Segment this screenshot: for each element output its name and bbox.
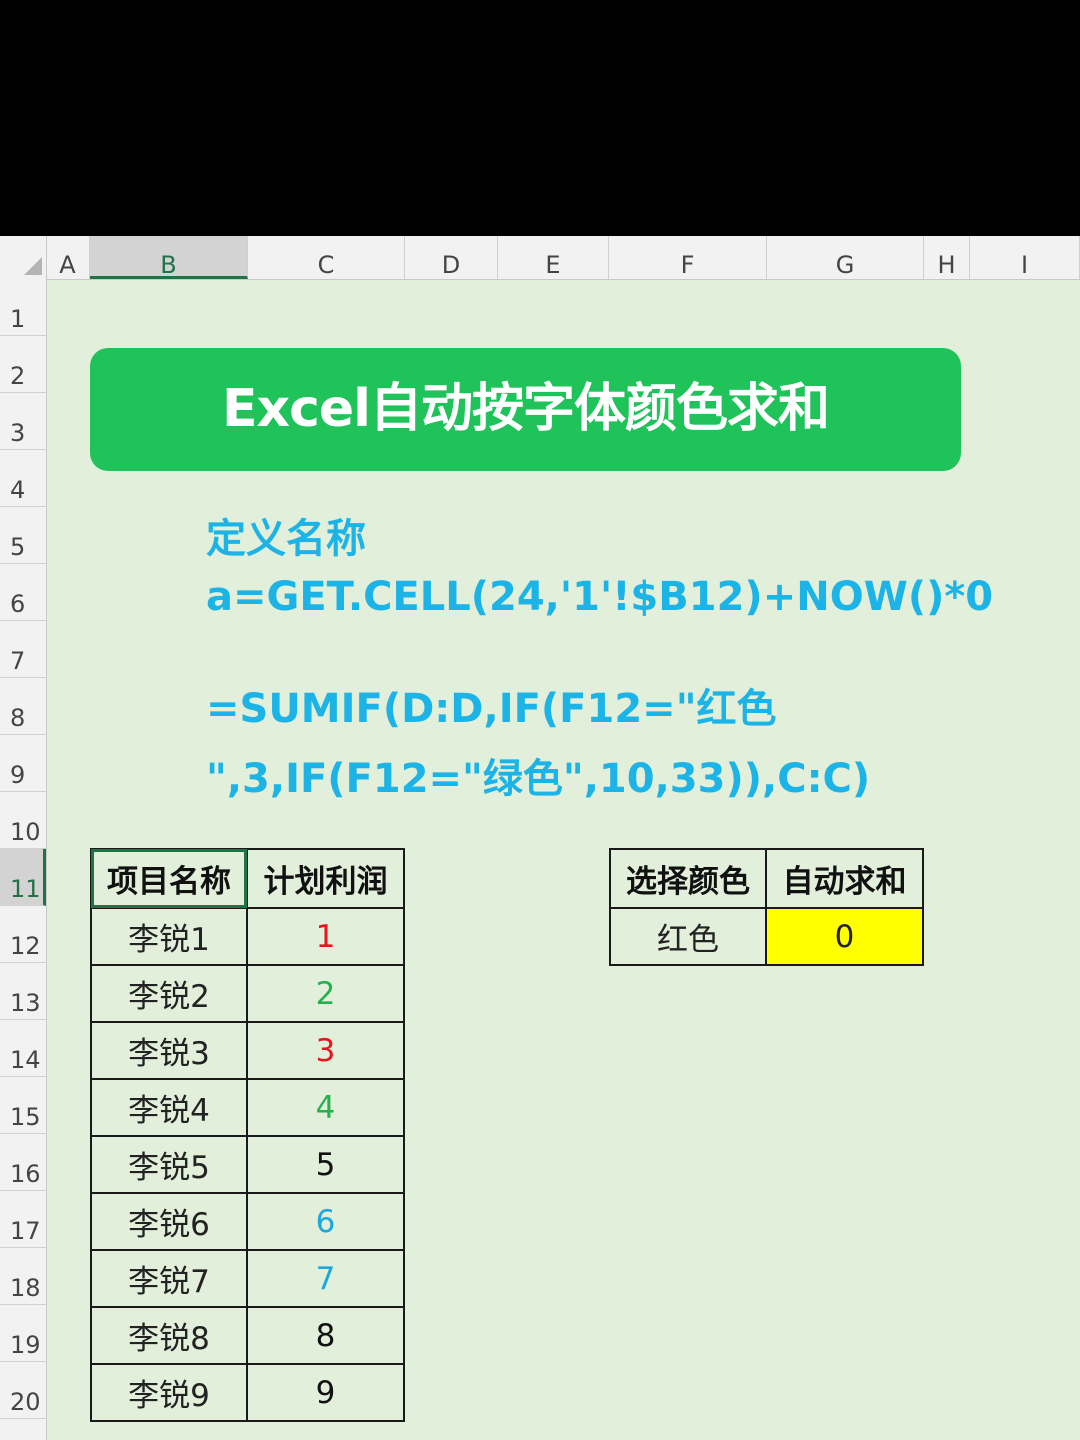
- table-row: 李锐5 5: [90, 1135, 405, 1194]
- project-name-cell[interactable]: 李锐2: [90, 964, 248, 1023]
- row-header[interactable]: 8: [0, 678, 46, 735]
- table-row: 李锐6 6: [90, 1192, 405, 1251]
- row-header[interactable]: 19: [0, 1305, 46, 1362]
- planned-profit-cell[interactable]: 6: [246, 1192, 405, 1251]
- table-row: 李锐8 8: [90, 1306, 405, 1365]
- table-row: 李锐7 7: [90, 1249, 405, 1308]
- column-header-a[interactable]: A: [46, 236, 90, 279]
- column-header-b[interactable]: B: [90, 236, 248, 279]
- row-header[interactable]: 20: [0, 1362, 46, 1419]
- color-sum-table: 选择颜色 自动求和 红色 0: [609, 848, 924, 966]
- row-header[interactable]: 6: [0, 564, 46, 621]
- row-header-bar: 1 2 3 4 5 6 7 8 9 10 11 12 13 14 15 16 1…: [0, 279, 47, 1440]
- banner-title: Excel自动按字体颜色求和: [222, 379, 830, 439]
- header-select-color[interactable]: 选择颜色: [609, 848, 767, 909]
- column-header-d[interactable]: D: [405, 236, 498, 279]
- column-header-h[interactable]: H: [924, 236, 970, 279]
- column-header-e[interactable]: E: [498, 236, 609, 279]
- row-header[interactable]: 12: [0, 906, 46, 963]
- planned-profit-cell[interactable]: 8: [246, 1306, 405, 1365]
- table-row: 李锐3 3: [90, 1021, 405, 1080]
- planned-profit-cell[interactable]: 7: [246, 1249, 405, 1308]
- header-planned-profit[interactable]: 计划利润: [246, 848, 405, 909]
- column-header-i[interactable]: I: [970, 236, 1080, 279]
- define-name-formula: a=GET.CELL(24,'1'!$B12)+NOW()*0: [206, 574, 994, 620]
- row-header[interactable]: 10: [0, 792, 46, 849]
- project-name-cell[interactable]: 李锐7: [90, 1249, 248, 1308]
- project-name-cell[interactable]: 李锐1: [90, 907, 248, 966]
- header-auto-sum[interactable]: 自动求和: [765, 848, 924, 909]
- table-row: 李锐2 2: [90, 964, 405, 1023]
- title-banner: Excel自动按字体颜色求和: [90, 348, 961, 471]
- row-header[interactable]: 2: [0, 336, 46, 393]
- sumif-formula-line2: ",3,IF(F12="绿色",10,33)),C:C): [206, 756, 871, 802]
- sumif-formula-line1: =SUMIF(D:D,IF(F12="红色: [206, 686, 777, 732]
- column-header-g[interactable]: G: [767, 236, 924, 279]
- spreadsheet: A B C D E F G H I 1 2 3 4 5 6 7 8 9 10 1…: [0, 236, 1080, 1440]
- project-name-cell[interactable]: 李锐3: [90, 1021, 248, 1080]
- project-name-cell[interactable]: 李锐5: [90, 1135, 248, 1194]
- table-row: 李锐9 9: [90, 1363, 405, 1422]
- project-name-cell[interactable]: 李锐6: [90, 1192, 248, 1251]
- column-header-f[interactable]: F: [609, 236, 767, 279]
- row-header[interactable]: 5: [0, 507, 46, 564]
- column-header-bar: A B C D E F G H I: [0, 236, 1080, 280]
- planned-profit-cell[interactable]: 4: [246, 1078, 405, 1137]
- column-header-c[interactable]: C: [248, 236, 405, 279]
- header-project-name[interactable]: 项目名称: [90, 848, 248, 909]
- select-all-corner[interactable]: [0, 236, 47, 279]
- project-name-cell[interactable]: 李锐8: [90, 1306, 248, 1365]
- row-header[interactable]: 16: [0, 1134, 46, 1191]
- row-header[interactable]: 18: [0, 1248, 46, 1305]
- planned-profit-cell[interactable]: 5: [246, 1135, 405, 1194]
- planned-profit-cell[interactable]: 3: [246, 1021, 405, 1080]
- row-header[interactable]: 13: [0, 963, 46, 1020]
- project-name-cell[interactable]: 李锐9: [90, 1363, 248, 1422]
- notes-heading: 定义名称: [206, 516, 366, 562]
- planned-profit-cell[interactable]: 9: [246, 1363, 405, 1422]
- row-header[interactable]: 3: [0, 393, 46, 450]
- auto-sum-cell[interactable]: 0: [765, 907, 924, 966]
- project-profit-table: 项目名称 计划利润 李锐1 1 李锐2 2 李锐3 3 李锐4 4 李锐5 5 李锐6 6 李锐7 7 李锐…: [90, 848, 405, 1422]
- row-header[interactable]: 9: [0, 735, 46, 792]
- row-header[interactable]: 15: [0, 1077, 46, 1134]
- row-header[interactable]: 7: [0, 621, 46, 678]
- select-all-icon: [24, 257, 42, 275]
- row-header[interactable]: 14: [0, 1020, 46, 1077]
- project-name-cell[interactable]: 李锐4: [90, 1078, 248, 1137]
- planned-profit-cell[interactable]: 2: [246, 964, 405, 1023]
- select-color-cell[interactable]: 红色: [609, 907, 767, 966]
- table-row: 李锐1 1: [90, 907, 405, 966]
- row-header[interactable]: 1: [0, 279, 46, 336]
- row-header-selected[interactable]: 11: [0, 849, 46, 906]
- planned-profit-cell[interactable]: 1: [246, 907, 405, 966]
- row-header[interactable]: 4: [0, 450, 46, 507]
- table-row: 李锐4 4: [90, 1078, 405, 1137]
- row-header[interactable]: 17: [0, 1191, 46, 1248]
